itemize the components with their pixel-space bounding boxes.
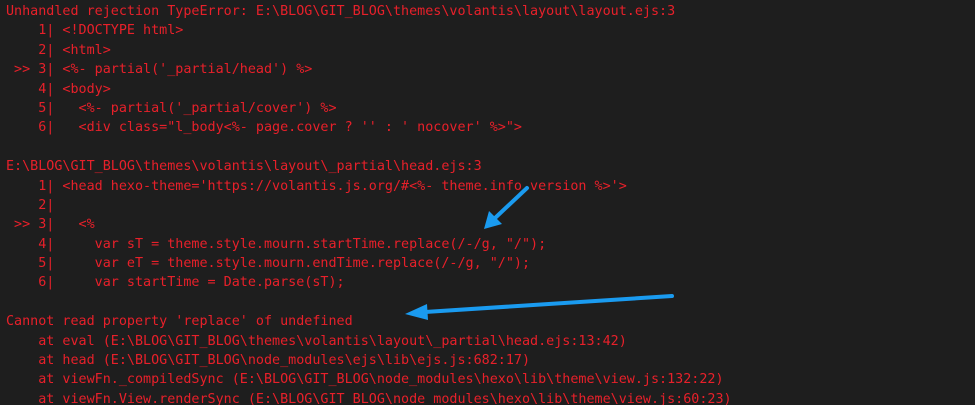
- terminal-line: >> 3| <%: [6, 217, 95, 233]
- terminal-line: 2|: [6, 197, 55, 213]
- terminal-line: 1| <!DOCTYPE html>: [6, 23, 184, 39]
- stack-trace-line: at viewFn._compiledSync (E:\BLOG\GIT_BLO…: [6, 372, 724, 388]
- terminal-line: 4| <body>: [6, 81, 111, 97]
- terminal-line: E:\BLOG\GIT_BLOG\themes\volantis\layout\…: [6, 159, 482, 175]
- stack-trace-line: at viewFn.View.renderSync (E:\BLOG\GIT_B…: [6, 391, 732, 405]
- terminal-output: Unhandled rejection TypeError: E:\BLOG\G…: [0, 0, 975, 405]
- terminal-line: 4| var sT = theme.style.mourn.startTime.…: [6, 236, 547, 252]
- terminal-line: 5| var eT = theme.style.mourn.endTime.re…: [6, 256, 531, 272]
- stack-trace-line: at eval (E:\BLOG\GIT_BLOG\themes\volanti…: [6, 333, 627, 349]
- terminal-line: 6| <div class="l_body<%- page.cover ? ''…: [6, 120, 522, 136]
- terminal-line: 5| <%- partial('_partial/cover') %>: [6, 100, 337, 116]
- stack-trace-line: at head (E:\BLOG\GIT_BLOG\node_modules\e…: [6, 353, 531, 369]
- error-message-line: Cannot read property 'replace' of undefi…: [6, 314, 353, 330]
- terminal-line: 1| <head hexo-theme='https://volantis.js…: [6, 178, 627, 194]
- terminal-line: >> 3| <%- partial('_partial/head') %>: [6, 62, 313, 78]
- terminal-line: 6| var startTime = Date.parse(sT);: [6, 275, 345, 291]
- terminal-line: Unhandled rejection TypeError: E:\BLOG\G…: [6, 4, 676, 19]
- terminal-line: 2| <html>: [6, 42, 111, 58]
